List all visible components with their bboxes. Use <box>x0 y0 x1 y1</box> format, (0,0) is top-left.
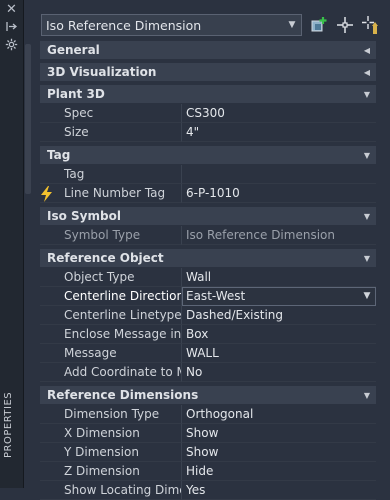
property-row-enclose-message[interactable]: Enclose Message in Box <box>40 325 376 344</box>
property-row-message[interactable]: Message WALL <box>40 344 376 363</box>
property-row-centerline-direction[interactable]: Centerline Direction East-West ▼ <box>40 287 376 306</box>
expand-arrow-icon[interactable]: ◀ <box>358 68 376 77</box>
property-row-z-dimension[interactable]: Z Dimension Hide <box>40 462 376 481</box>
category-label: Tag <box>47 148 71 162</box>
category-label: Reference Object <box>47 251 164 265</box>
quick-select-button[interactable] <box>361 15 381 35</box>
category-label: General <box>47 43 100 57</box>
collapse-arrow-icon[interactable]: ▼ <box>358 90 376 99</box>
property-value[interactable] <box>182 165 376 184</box>
property-row-object-type[interactable]: Object Type Wall <box>40 268 376 287</box>
collapse-arrow-icon[interactable]: ▼ <box>358 212 376 221</box>
category-reference-object[interactable]: Reference Object ▼ <box>40 249 376 267</box>
property-value[interactable]: No <box>182 363 376 382</box>
gear-icon[interactable] <box>5 38 18 51</box>
category-label: Reference Dimensions <box>47 388 199 402</box>
collapse-arrow-icon[interactable]: ▼ <box>358 254 376 263</box>
property-row-dimension-type[interactable]: Dimension Type Orthogonal <box>40 405 376 424</box>
select-objects-icon <box>337 17 353 33</box>
palette-titlebar: ✕ PROPERTIES <box>0 0 24 488</box>
property-label: Centerline Linetype <box>40 306 182 325</box>
property-row-line-number-tag[interactable]: Line Number Tag 6-P-1010 <box>40 184 376 203</box>
property-row-size[interactable]: Size 4" <box>40 123 376 142</box>
category-label: Iso Symbol <box>47 209 121 223</box>
property-row-centerline-linetype[interactable]: Centerline Linetype Dashed/Existing <box>40 306 376 325</box>
palette-title: PROPERTIES <box>3 392 14 459</box>
property-value[interactable]: Hide <box>182 462 376 481</box>
property-value[interactable]: Box <box>182 325 376 344</box>
property-row-tag[interactable]: Tag <box>40 165 376 184</box>
property-value[interactable]: Orthogonal <box>182 405 376 424</box>
close-icon[interactable]: ✕ <box>5 3 18 16</box>
property-value: Iso Reference Dimension <box>182 226 376 245</box>
property-value[interactable]: Wall <box>182 268 376 287</box>
category-plant-3d[interactable]: Plant 3D ▼ <box>40 85 376 103</box>
property-row-spec[interactable]: Spec CS300 <box>40 104 376 123</box>
expand-arrow-icon[interactable]: ◀ <box>358 46 376 55</box>
category-tag[interactable]: Tag ▼ <box>40 146 376 164</box>
collapse-arrow-icon[interactable]: ▼ <box>358 151 376 160</box>
property-label: Y Dimension <box>40 443 182 462</box>
object-type-dropdown[interactable]: Iso Reference Dimension ▼ <box>41 14 302 36</box>
toggle-pickadd-button[interactable] <box>309 15 329 35</box>
category-3d-visualization[interactable]: 3D Visualization ◀ <box>40 63 376 81</box>
property-label: Add Coordinate to Mes... <box>40 363 182 382</box>
property-row-x-dimension[interactable]: X Dimension Show <box>40 424 376 443</box>
property-value[interactable]: WALL <box>182 344 376 363</box>
property-label: Size <box>40 123 182 142</box>
property-label: Tag <box>40 165 182 184</box>
chevron-down-icon[interactable]: ▼ <box>359 288 375 305</box>
property-label: Show Locating Dimensi... <box>40 481 182 500</box>
property-value[interactable]: CS300 <box>182 104 376 123</box>
property-value: East-West <box>186 289 246 303</box>
category-label: Plant 3D <box>47 87 105 101</box>
property-row-symbol-type: Symbol Type Iso Reference Dimension <box>40 226 376 245</box>
property-row-show-locating-dimensions[interactable]: Show Locating Dimensi... Yes <box>40 481 376 500</box>
property-value[interactable]: 6-P-1010 <box>182 184 376 203</box>
property-grid: General ◀ 3D Visualization ◀ Plant 3D ▼ … <box>40 40 376 500</box>
property-value[interactable]: 4" <box>182 123 376 142</box>
property-label: Z Dimension <box>40 462 182 481</box>
category-iso-symbol[interactable]: Iso Symbol ▼ <box>40 207 376 225</box>
property-value[interactable]: Show <box>182 424 376 443</box>
property-label: X Dimension <box>40 424 182 443</box>
property-value[interactable]: Dashed/Existing <box>182 306 376 325</box>
category-reference-dimensions[interactable]: Reference Dimensions ▼ <box>40 386 376 404</box>
property-label: Message <box>40 344 182 363</box>
autohide-icon[interactable] <box>5 20 18 33</box>
select-objects-button[interactable] <box>335 15 355 35</box>
category-label: 3D Visualization <box>47 65 157 79</box>
category-general[interactable]: General ◀ <box>40 41 376 59</box>
property-value[interactable]: Yes <box>182 481 376 500</box>
property-value[interactable]: Show <box>182 443 376 462</box>
quick-select-icon <box>362 16 378 34</box>
centerline-direction-dropdown[interactable]: East-West ▼ <box>182 287 376 306</box>
property-label: Symbol Type <box>40 226 182 245</box>
object-type-value: Iso Reference Dimension <box>46 17 202 33</box>
toggle-pickadd-icon <box>311 17 327 32</box>
property-label: Enclose Message in <box>40 325 182 344</box>
property-label: Line Number Tag <box>40 184 182 203</box>
chevron-down-icon: ▼ <box>288 20 296 30</box>
property-label: Centerline Direction <box>40 287 182 306</box>
scrollbar-thumb[interactable] <box>25 44 31 194</box>
property-row-y-dimension[interactable]: Y Dimension Show <box>40 443 376 462</box>
property-label: Spec <box>40 104 182 123</box>
lightning-icon[interactable] <box>38 185 56 203</box>
property-row-add-coordinate[interactable]: Add Coordinate to Mes... No <box>40 363 376 382</box>
collapse-arrow-icon[interactable]: ▼ <box>358 391 376 400</box>
property-label: Object Type <box>40 268 182 287</box>
property-label: Dimension Type <box>40 405 182 424</box>
